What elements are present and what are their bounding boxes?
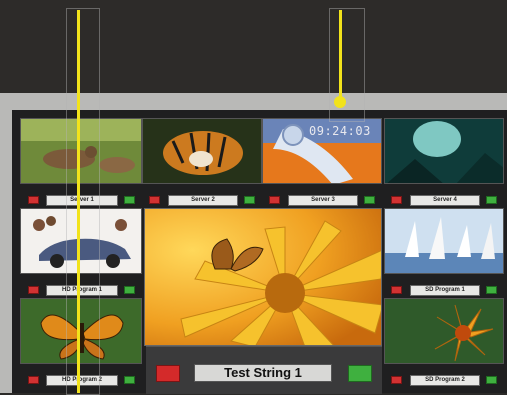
tally-green-icon[interactable] [124, 196, 135, 204]
marker-handle-icon[interactable] [334, 96, 346, 108]
tile-label: Server 4 [410, 195, 480, 206]
tally-green-icon[interactable] [486, 286, 497, 294]
main-tally-green-icon[interactable] [348, 365, 372, 382]
label-row-sd-program-1: SD Program 1 [386, 284, 504, 296]
main-caption: Test String 1 [194, 364, 332, 382]
label-row-server-4: Server 4 [386, 194, 504, 206]
tile-server-2[interactable] [142, 118, 262, 184]
tally-green-icon[interactable] [486, 376, 497, 384]
tally-red-icon[interactable] [391, 196, 402, 204]
tile-sd-program-1[interactable] [384, 208, 504, 274]
tally-red-icon[interactable] [28, 286, 39, 294]
tally-green-icon[interactable] [124, 286, 135, 294]
marker-line-right[interactable] [339, 10, 342, 102]
tile-server-4[interactable] [384, 118, 504, 184]
tally-green-icon[interactable] [364, 196, 375, 204]
marker-line-left[interactable] [77, 10, 80, 393]
tiger-image [143, 119, 261, 183]
tally-red-icon[interactable] [28, 376, 39, 384]
marker-box-left [66, 8, 100, 395]
main-tally-red-icon[interactable] [156, 365, 180, 382]
sailboats-image [385, 209, 503, 273]
tile-label: Server 3 [288, 195, 358, 206]
tally-red-icon[interactable] [149, 196, 160, 204]
tally-green-icon[interactable] [486, 196, 497, 204]
tally-green-icon[interactable] [124, 376, 135, 384]
label-row-server-3: Server 3 [264, 194, 382, 206]
tally-red-icon[interactable] [269, 196, 280, 204]
label-row-sd-program-2: SD Program 2 [386, 374, 504, 386]
tile-label: Server 2 [168, 195, 238, 206]
tally-red-icon[interactable] [28, 196, 39, 204]
main-tally-bar: Test String 1 [146, 346, 382, 394]
tile-label: SD Program 2 [410, 375, 480, 386]
flower-image [385, 299, 503, 363]
tile-label: SD Program 1 [410, 285, 480, 296]
cave-image [385, 119, 503, 183]
clock-readout: 09:24:03 [309, 124, 371, 138]
label-row-server-2: Server 2 [144, 194, 262, 206]
flower-butterfly-image [145, 209, 381, 345]
tile-main-program[interactable] [144, 208, 382, 346]
tile-sd-program-2[interactable] [384, 298, 504, 364]
tally-red-icon[interactable] [391, 376, 402, 384]
tally-red-icon[interactable] [391, 286, 402, 294]
tally-green-icon[interactable] [244, 196, 255, 204]
